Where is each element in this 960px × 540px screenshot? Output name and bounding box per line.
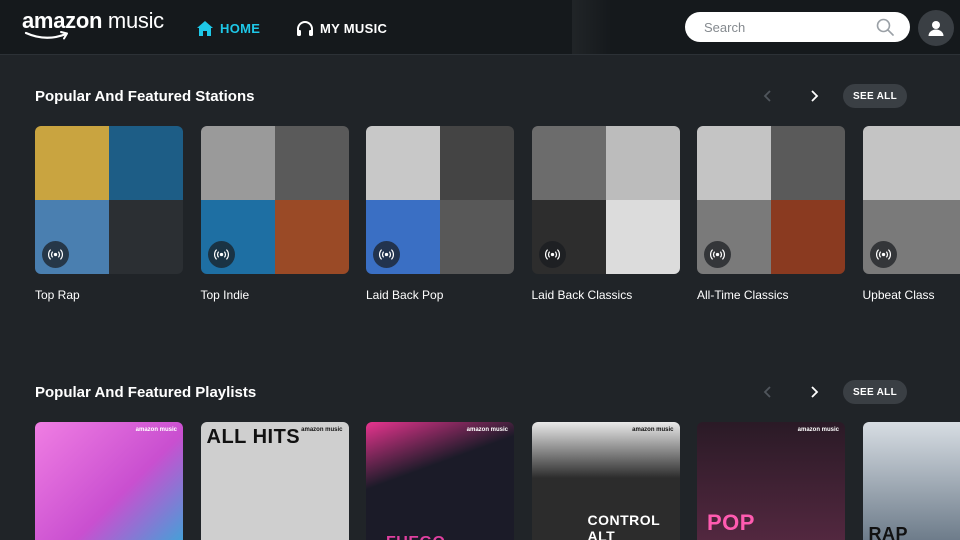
station-card[interactable]: Top Indie bbox=[200, 126, 349, 302]
profile-avatar-button[interactable] bbox=[918, 10, 954, 46]
stations-section-title: Popular And Featured Stations bbox=[35, 88, 255, 105]
station-title: Top Indie bbox=[200, 288, 250, 302]
playlists-see-all-button[interactable]: SEE ALL bbox=[843, 380, 907, 404]
station-artwork bbox=[366, 126, 514, 274]
artwork-tile bbox=[109, 126, 183, 200]
playlist-card[interactable]: amazon music bbox=[35, 422, 183, 540]
playlist-artwork: amazon music FUEGO bbox=[366, 422, 514, 540]
search-input[interactable] bbox=[702, 18, 866, 36]
artwork-tile bbox=[366, 126, 440, 200]
playlist-card[interactable]: amazon music FUEGO bbox=[366, 422, 514, 540]
artwork-tile bbox=[200, 126, 275, 200]
stations-see-all-button[interactable]: SEE ALL bbox=[843, 84, 907, 108]
artwork-tile bbox=[605, 126, 680, 200]
playlist-artwork: amazon music ALL HITS bbox=[200, 422, 349, 540]
station-card[interactable]: Upbeat Class bbox=[862, 126, 960, 302]
playlist-cover-text: ALL HITS bbox=[206, 426, 301, 448]
playlists-next-button[interactable] bbox=[804, 382, 824, 402]
search-box[interactable] bbox=[685, 12, 910, 42]
artwork-tile bbox=[440, 200, 514, 274]
station-card[interactable]: Laid Back Pop bbox=[366, 126, 514, 302]
playlists-prev-button[interactable] bbox=[758, 382, 778, 402]
nav-home[interactable]: HOME bbox=[196, 17, 260, 39]
playlist-card[interactable]: amazon music POP CULTURE bbox=[697, 422, 845, 540]
station-artwork bbox=[697, 126, 845, 274]
artwork-tile bbox=[605, 200, 680, 274]
artwork-tile bbox=[936, 200, 960, 274]
artwork-tile bbox=[531, 126, 606, 200]
playlist-brand-label: amazon music bbox=[301, 427, 343, 433]
playlists-section-title: Popular And Featured Playlists bbox=[35, 384, 257, 401]
top-bar: amazon music HOME MY MUSIC bbox=[0, 0, 960, 55]
logo-sub: music bbox=[107, 8, 164, 33]
station-title: Laid Back Pop bbox=[366, 288, 444, 302]
playlists-row: amazon music amazon music ALL HITS amazon m… bbox=[35, 422, 960, 540]
top-bar-divider bbox=[572, 0, 612, 54]
playlist-cover-text: RAP bbox=[868, 524, 909, 540]
station-artwork bbox=[35, 126, 183, 274]
playlist-artwork: amazon music POP CULTURE bbox=[697, 422, 845, 540]
station-artwork bbox=[200, 126, 349, 274]
station-artwork bbox=[531, 126, 680, 274]
playlist-cover-text: CONTROL ALT bbox=[587, 512, 660, 540]
chevron-right-icon bbox=[811, 386, 819, 398]
station-card[interactable]: Top Rap bbox=[35, 126, 183, 302]
playlist-brand-label: amazon music bbox=[135, 427, 177, 433]
headphones-icon bbox=[297, 20, 313, 36]
artwork-tile bbox=[936, 126, 960, 200]
playlist-artwork: amazon music CONTROL ALT bbox=[531, 422, 680, 540]
radio-station-icon bbox=[704, 241, 731, 268]
radio-station-icon bbox=[207, 241, 235, 268]
chevron-left-icon bbox=[763, 90, 771, 102]
user-icon bbox=[928, 21, 944, 36]
stations-next-button[interactable] bbox=[804, 86, 824, 106]
artwork-tile bbox=[109, 200, 183, 274]
station-card[interactable]: All-Time Classics bbox=[697, 126, 845, 302]
chevron-right-icon bbox=[811, 90, 819, 102]
playlist-brand-label: amazon music bbox=[632, 427, 674, 433]
search-icon[interactable] bbox=[876, 18, 894, 36]
playlist-brand-label: amazon music bbox=[797, 427, 839, 433]
artwork-tile bbox=[274, 126, 349, 200]
playlist-artwork: RAP bbox=[862, 422, 960, 540]
station-card[interactable]: Laid Back Classics bbox=[531, 126, 680, 302]
station-title: All-Time Classics bbox=[697, 288, 789, 302]
artwork-tile bbox=[274, 200, 349, 274]
playlist-card[interactable]: RAP bbox=[862, 422, 960, 540]
artwork-tile bbox=[440, 126, 514, 200]
playlist-card[interactable]: amazon music CONTROL ALT bbox=[531, 422, 680, 540]
nav-my-music[interactable]: MY MUSIC bbox=[296, 17, 387, 39]
station-title: Upbeat Class bbox=[862, 288, 935, 302]
stations-row: Top Rap Top Indie Laid Back Pop Laid Back C… bbox=[35, 126, 960, 316]
radio-station-icon bbox=[373, 241, 400, 268]
smile-arrow-icon bbox=[24, 31, 68, 40]
artwork-tile bbox=[771, 200, 845, 274]
station-title: Laid Back Classics bbox=[531, 288, 633, 302]
chevron-left-icon bbox=[763, 386, 771, 398]
artwork-tile bbox=[771, 126, 845, 200]
station-title: Top Rap bbox=[35, 288, 80, 302]
radio-station-icon bbox=[538, 241, 566, 268]
radio-station-icon bbox=[869, 241, 897, 268]
amazon-music-logo[interactable]: amazon music bbox=[22, 8, 164, 42]
home-icon bbox=[197, 20, 213, 36]
artwork-tile bbox=[35, 126, 109, 200]
stations-prev-button[interactable] bbox=[758, 86, 778, 106]
station-artwork bbox=[862, 126, 960, 274]
nav-home-label: HOME bbox=[220, 20, 261, 36]
playlist-cover-text: POP CULTURE bbox=[707, 510, 813, 540]
nav-my-music-label: MY MUSIC bbox=[320, 20, 388, 36]
playlist-cover-text: FUEGO bbox=[386, 534, 445, 540]
playlist-card[interactable]: amazon music ALL HITS bbox=[200, 422, 349, 540]
artwork-tile bbox=[862, 126, 937, 200]
radio-station-icon bbox=[42, 241, 69, 268]
playlist-brand-label: amazon music bbox=[466, 427, 508, 433]
playlist-artwork: amazon music bbox=[35, 422, 183, 540]
artwork-tile bbox=[697, 126, 771, 200]
